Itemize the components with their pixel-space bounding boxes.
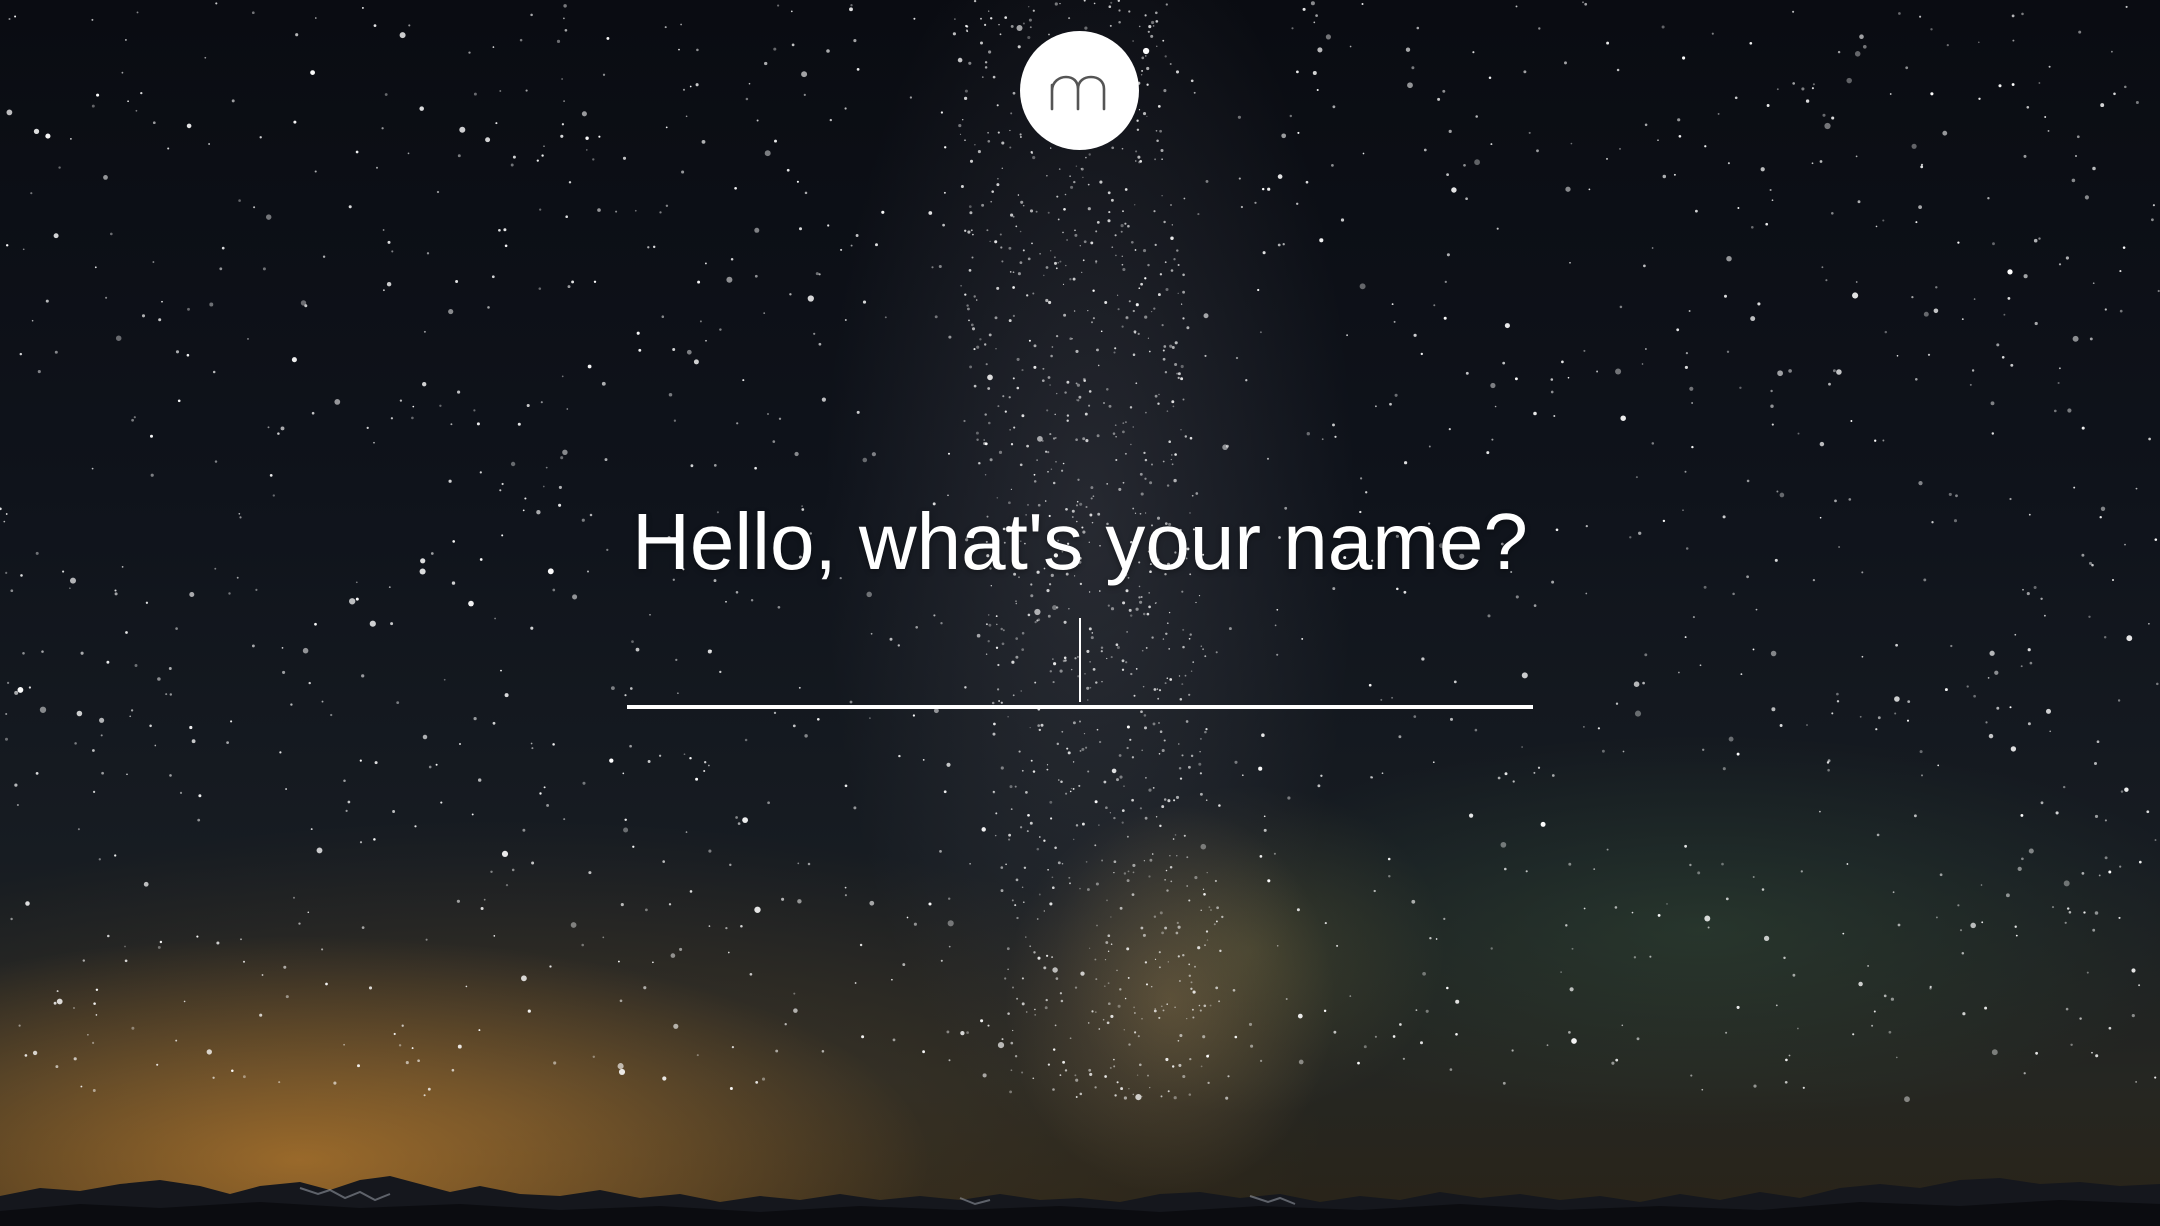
name-input-underline <box>627 705 1533 709</box>
m-logo-icon <box>1050 75 1105 110</box>
text-caret <box>1079 618 1081 702</box>
app-logo-button[interactable] <box>1020 31 1139 150</box>
mountain-silhouette <box>0 1176 2160 1226</box>
page: Hello, what's your name? <box>0 0 2160 1226</box>
name-field[interactable] <box>627 612 1533 709</box>
greeting-prompt: Hello, what's your name? <box>632 497 1528 586</box>
